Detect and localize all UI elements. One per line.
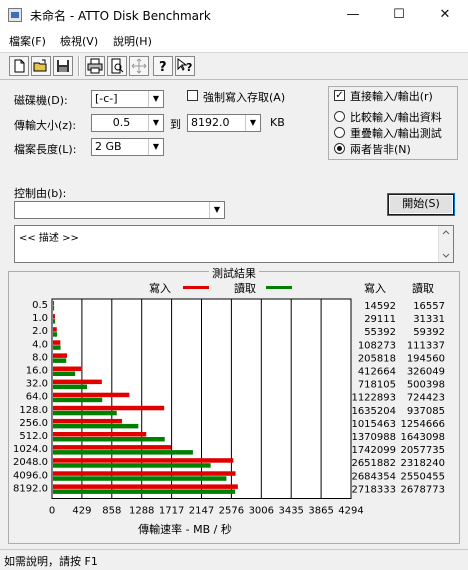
y-category-label: 4.0	[32, 339, 48, 350]
legend-write-label: 寫入	[149, 281, 171, 295]
write-value: 412664	[358, 367, 396, 378]
col-write-header: 寫入	[364, 281, 386, 295]
write-value: 1122893	[351, 393, 396, 404]
bar-read	[53, 371, 76, 376]
write-value: 29111	[364, 314, 396, 325]
bar-read	[53, 476, 227, 481]
y-category-label: 2048.0	[13, 457, 48, 468]
read-value: 111337	[407, 340, 445, 351]
write-value: 2684354	[351, 471, 396, 482]
x-tick-label: 429	[72, 506, 91, 517]
write-value: 718105	[358, 380, 396, 391]
bar-write	[53, 353, 67, 358]
write-value: 14592	[364, 301, 396, 312]
bar-read	[53, 332, 58, 337]
bar-read	[53, 319, 56, 324]
x-tick-label: 1288	[129, 506, 154, 517]
bar-write	[53, 471, 236, 476]
x-tick-label: 2147	[189, 506, 214, 517]
col-read-header: 讀取	[412, 281, 434, 295]
y-category-label: 1.0	[32, 313, 48, 324]
read-value: 937085	[407, 406, 445, 417]
bar-write	[53, 327, 57, 332]
bar-write	[53, 392, 130, 398]
y-category-label: 64.0	[26, 392, 48, 403]
y-category-label: 0.5	[32, 300, 48, 311]
y-category-label: 4096.0	[13, 470, 48, 481]
read-value: 326049	[407, 367, 445, 378]
y-category-label: 2.0	[32, 326, 48, 337]
bar-read	[53, 489, 236, 494]
read-value: 2550455	[400, 471, 445, 482]
bar-read	[53, 463, 211, 468]
write-value: 1742099	[351, 445, 396, 456]
read-value: 2678773	[400, 484, 445, 495]
bar-read	[53, 397, 103, 403]
y-category-label: 8192.0	[13, 483, 48, 494]
x-tick-label: 1717	[159, 506, 184, 517]
y-category-label: 128.0	[19, 405, 48, 416]
write-value: 55392	[364, 327, 396, 338]
x-tick-label: 4294	[338, 506, 363, 517]
bar-read	[53, 306, 55, 311]
read-value: 1643098	[400, 432, 445, 443]
x-tick-label: 3435	[278, 506, 303, 517]
write-value: 108273	[358, 340, 396, 351]
x-tick-label: 0	[49, 506, 55, 517]
write-value: 205818	[358, 353, 396, 364]
read-value: 500398	[407, 380, 445, 391]
bar-read	[53, 437, 165, 442]
y-category-label: 16.0	[26, 366, 48, 377]
legend-write-swatch	[183, 286, 209, 289]
read-value: 724423	[407, 393, 445, 404]
y-category-label: 32.0	[26, 379, 48, 390]
y-category-label: 8.0	[32, 352, 48, 363]
bar-write	[53, 458, 234, 463]
x-axis-label: 傳輸速率 - MB / 秒	[138, 522, 232, 536]
write-value: 1635204	[351, 406, 396, 417]
bar-write	[53, 366, 82, 371]
x-tick-label: 2576	[219, 506, 244, 517]
bar-read	[53, 358, 67, 363]
benchmark-chart: 0 429 858 1288 1717 2147 2576 3006 3435 3865 4294 0…	[13, 281, 445, 536]
read-value: 194560	[407, 353, 445, 364]
write-value: 2718333	[351, 484, 396, 495]
bar-write	[53, 379, 102, 385]
legend-read-swatch	[266, 286, 292, 289]
bar-read	[53, 410, 117, 416]
read-value: 59392	[413, 327, 445, 338]
bar-read	[53, 384, 88, 390]
y-category-label: 512.0	[19, 431, 48, 442]
x-tick-label: 3006	[249, 506, 274, 517]
write-value: 2651882	[351, 458, 396, 469]
x-tick-label: 3865	[308, 506, 333, 517]
bar-read	[53, 450, 193, 455]
read-value: 2318240	[400, 458, 445, 469]
bar-write	[53, 340, 61, 345]
y-category-label: 1024.0	[13, 444, 48, 455]
legend-read-label: 讀取	[234, 281, 256, 295]
status-text: 如需說明，請按 F1	[4, 555, 98, 568]
read-value: 16557	[413, 301, 445, 312]
bar-write	[53, 445, 172, 450]
read-value: 31331	[413, 314, 445, 325]
bar-write	[53, 484, 238, 489]
read-value: 1254666	[400, 419, 445, 430]
bar-write	[53, 418, 123, 424]
bar-read	[53, 345, 61, 350]
bar-write	[53, 432, 147, 437]
write-value: 1370988	[351, 432, 396, 443]
bar-write	[53, 405, 165, 411]
y-category-label: 256.0	[19, 418, 48, 429]
bar-write	[53, 301, 54, 306]
write-value: 1015463	[351, 419, 396, 430]
bar-write	[53, 314, 55, 319]
x-tick-label: 858	[102, 506, 121, 517]
read-value: 2057735	[400, 445, 445, 456]
bar-read	[53, 423, 139, 429]
